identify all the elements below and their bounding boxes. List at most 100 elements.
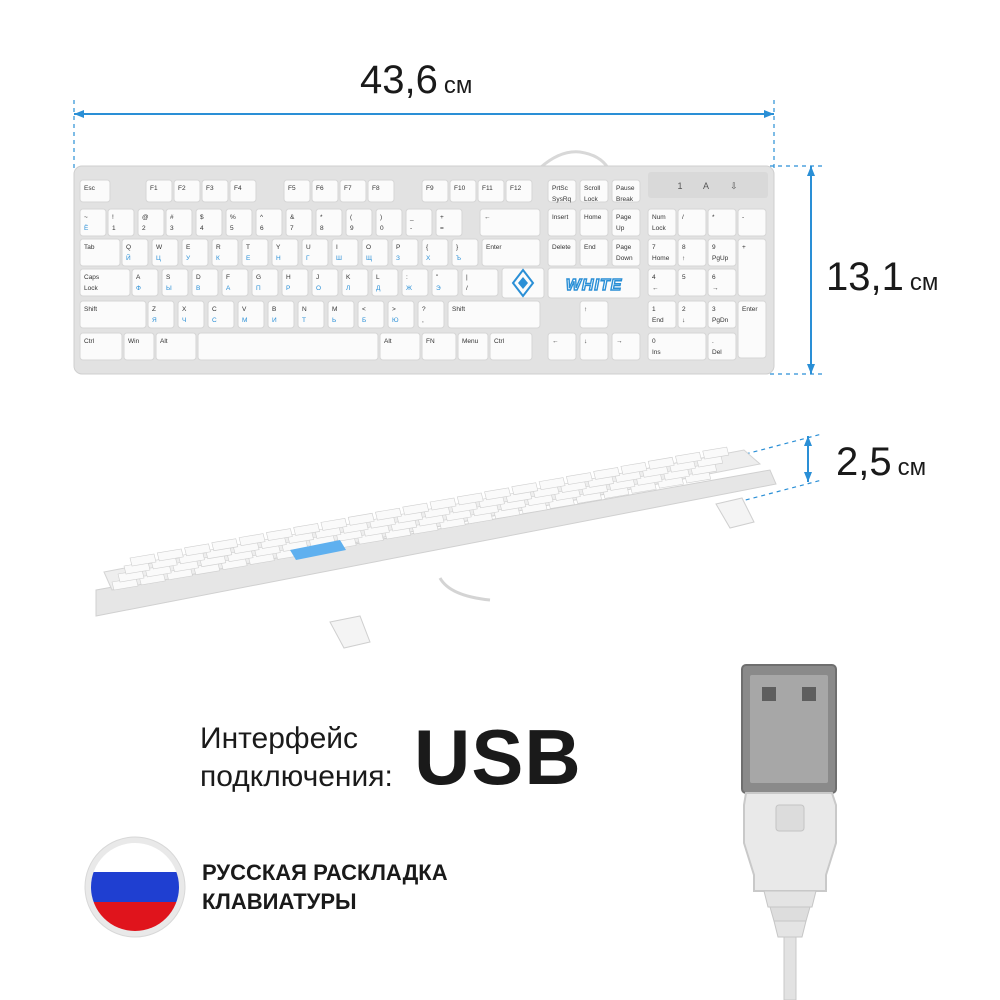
side-cable [438,577,491,602]
interface-label-line2: подключения: [200,760,393,793]
key-legend-secondary: 4 [200,225,204,232]
key-legend-secondary: О [316,285,321,292]
key-legend: ? [422,306,426,313]
key-legend: L [376,274,380,281]
key-legend: Menu [462,338,479,345]
key-legend: Page [616,214,632,221]
key-legend: M [332,306,337,313]
key-legend: Page [616,244,632,251]
key-legend-secondary: 7 [290,225,294,232]
key-legend-secondary: М [242,317,247,324]
key-legend-secondary: Я [152,317,157,324]
key-legend-secondary: К [216,255,220,262]
russian-flag-icon [84,836,186,938]
key-legend: K [346,274,351,281]
key-legend: F11 [482,185,493,192]
key-legend-secondary: З [396,255,400,262]
key-legend-secondary: , [422,317,424,324]
interface-label-line1: Интерфейс [200,722,359,755]
key-legend: H [286,274,291,281]
key-legend: End [584,244,596,251]
keyboard-top-view: Esc F1 F2 F3 F4 F5 F6 F7 F8 F9 F10 F11 F12 PrtScSysRq… [73,150,775,375]
key-legend: 3 [712,306,716,313]
key-legend: 4 [652,274,656,281]
key-legend-secondary: Ч [182,317,186,324]
keyboard-side-view [95,446,777,649]
key-legend-secondary: - [410,225,412,232]
key-legend: ← [484,214,491,221]
key-legend: U [306,244,311,251]
key-legend: 2 [682,306,686,313]
key-legend: ↑ [584,306,587,313]
key-legend-secondary: Щ [366,255,372,262]
key-legend: Y [276,244,281,251]
key-legend-secondary: Й [126,253,131,262]
key-legend: F [226,274,230,281]
key-legend: > [392,306,396,313]
key-legend: F12 [510,185,522,192]
key-legend-secondary: 5 [230,225,234,232]
front-foot-icon [329,615,371,649]
key-legend-secondary: Ё [84,224,89,232]
key-legend-secondary: Ц [156,255,161,262]
key-legend: - [742,214,744,221]
key-legend-secondary: Home [652,255,670,262]
key-legend-secondary: Е [246,255,251,262]
key-legend-secondary: ↓ [682,317,685,324]
indicator-label: 1 [677,181,682,191]
key-legend: Home [584,214,602,221]
key-legend-secondary: Ъ [456,255,461,262]
key-legend-secondary: = [440,225,444,232]
key-legend: Ctrl [84,338,95,345]
key-legend: P [396,244,400,251]
key-legend: E [186,244,191,251]
key-legend-secondary: А [226,285,231,292]
key-legend-secondary: Ж [406,285,412,292]
side-body [95,469,777,617]
key-legend: FN [426,338,435,345]
key-legend: C [212,306,217,313]
key-legend: Pause [616,185,635,192]
layout-note-line1: РУССКАЯ РАСКЛАДКА [202,860,448,885]
key-legend: Shift [452,306,465,313]
key-legend: F2 [178,185,186,192]
key-legend-secondary: ← [652,285,659,292]
key-legend-secondary: / [466,285,468,292]
key-legend: F10 [454,185,466,192]
key-legend: 0 [652,338,656,345]
key-legend: V [242,306,247,313]
key-legend-secondary: Б [362,317,366,324]
key-legend: @ [142,214,149,221]
key-legend: 6 [712,274,716,281]
key-legend-secondary: 3 [170,225,174,232]
key-legend-secondary: PgDn [712,317,729,324]
key-legend-secondary: Ь [332,317,336,324]
key-legend: → [616,338,623,345]
key-legend: Tab [84,244,95,251]
key-legend: % [230,214,236,221]
key-legend: Z [152,306,156,313]
key-legend: F6 [316,185,324,192]
keyboard-key [197,332,379,361]
key-legend: D [196,274,201,281]
key-legend-secondary: Т [302,317,306,324]
key-legend-secondary: Ins [652,349,661,356]
key-legend: < [362,306,366,313]
key-legend: Esc [84,185,96,192]
key-legend: Alt [160,338,168,345]
key-legend: J [316,274,319,281]
key-legend: W [156,244,163,251]
key-legend-secondary: End [652,317,664,324]
indicator-label: A [703,181,709,191]
key-legend-secondary: С [212,317,217,324]
key-legend: G [256,274,261,281]
key-legend: ! [112,214,114,221]
layout-note-line2: КЛАВИАТУРЫ [202,889,357,914]
logo-text: WHITE [566,277,623,294]
indicator-label: ⇩ [730,181,738,191]
key-legend: Enter [486,244,502,251]
key-legend-secondary: Л [346,285,350,292]
key-legend: 7 [652,244,656,251]
key-legend: Scroll [584,185,601,192]
key-legend: $ [200,214,204,221]
